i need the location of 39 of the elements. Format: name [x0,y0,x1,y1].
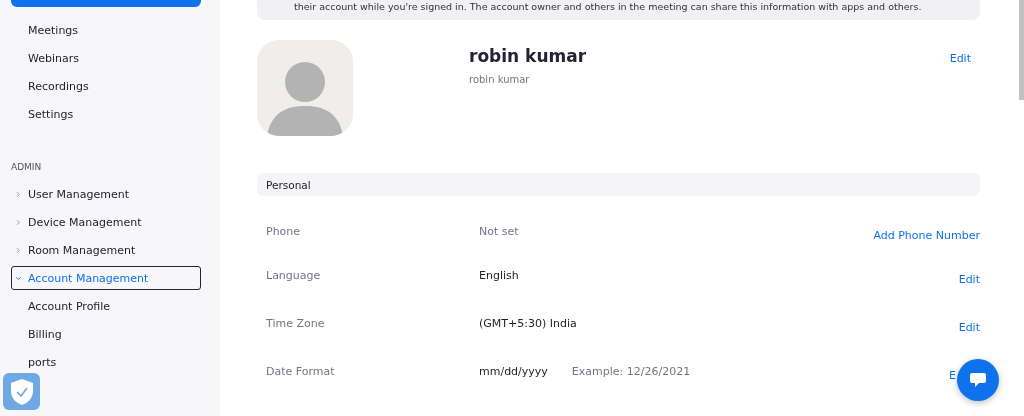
scrollbar-thumb[interactable] [1019,0,1024,100]
sidebar-item[interactable]: Account Profile [11,294,201,318]
sidebar-item[interactable]: Room Management [11,238,201,262]
section-header: Personal [257,173,980,196]
user-name: robin kumar [469,46,588,66]
field-value: Not set [479,225,519,238]
edit-link[interactable]: Add Phone Number [873,225,980,242]
edit-link[interactable]: Edit [949,52,971,136]
notice-text: their account while you're signed in. The account owner and others in the meeting can share this information with apps and others. [294,0,922,13]
chevron-right-icon [15,218,22,226]
field-value: (GMT+5:30) India [479,317,577,330]
sidebar-item[interactable]: Account Management [11,266,201,290]
field-value: mm/dd/yyyy [479,365,548,378]
sidebar-item[interactable]: ports [11,350,201,374]
chat-bubble-icon [969,372,987,388]
section-title: ADMIN [11,162,43,172]
edit-link[interactable]: Edit [958,317,980,334]
sidebar-item[interactable]: Meetings [11,18,201,42]
field-label: Phone [266,225,302,238]
sidebar-item[interactable]: Recordings [11,74,201,98]
display-name: robin kumar [469,74,531,85]
chevron-right-icon [15,246,22,254]
chevron-down-icon [15,274,22,282]
chevron-right-icon [15,190,22,198]
sidebar-item[interactable]: Webinars [11,46,201,70]
edit-link[interactable]: Edit [958,269,980,286]
shield-button[interactable] [3,373,40,410]
field-label: Time Zone [266,317,326,330]
example-text: Example: 12/26/2021 [571,365,691,378]
sidebar-item[interactable]: Device Management [11,210,201,234]
chat-button[interactable] [957,359,999,401]
sidebar-item[interactable]: Settings [11,102,201,126]
shield-check-icon [9,377,34,406]
field-label: Language [266,269,322,282]
sidebar-item[interactable]: Billing [11,322,201,346]
edit-link[interactable]: E [949,365,956,382]
sidebar-item[interactable]: User Management [11,182,201,206]
field-value: English [479,269,519,282]
field-label: Date Format [266,365,336,378]
